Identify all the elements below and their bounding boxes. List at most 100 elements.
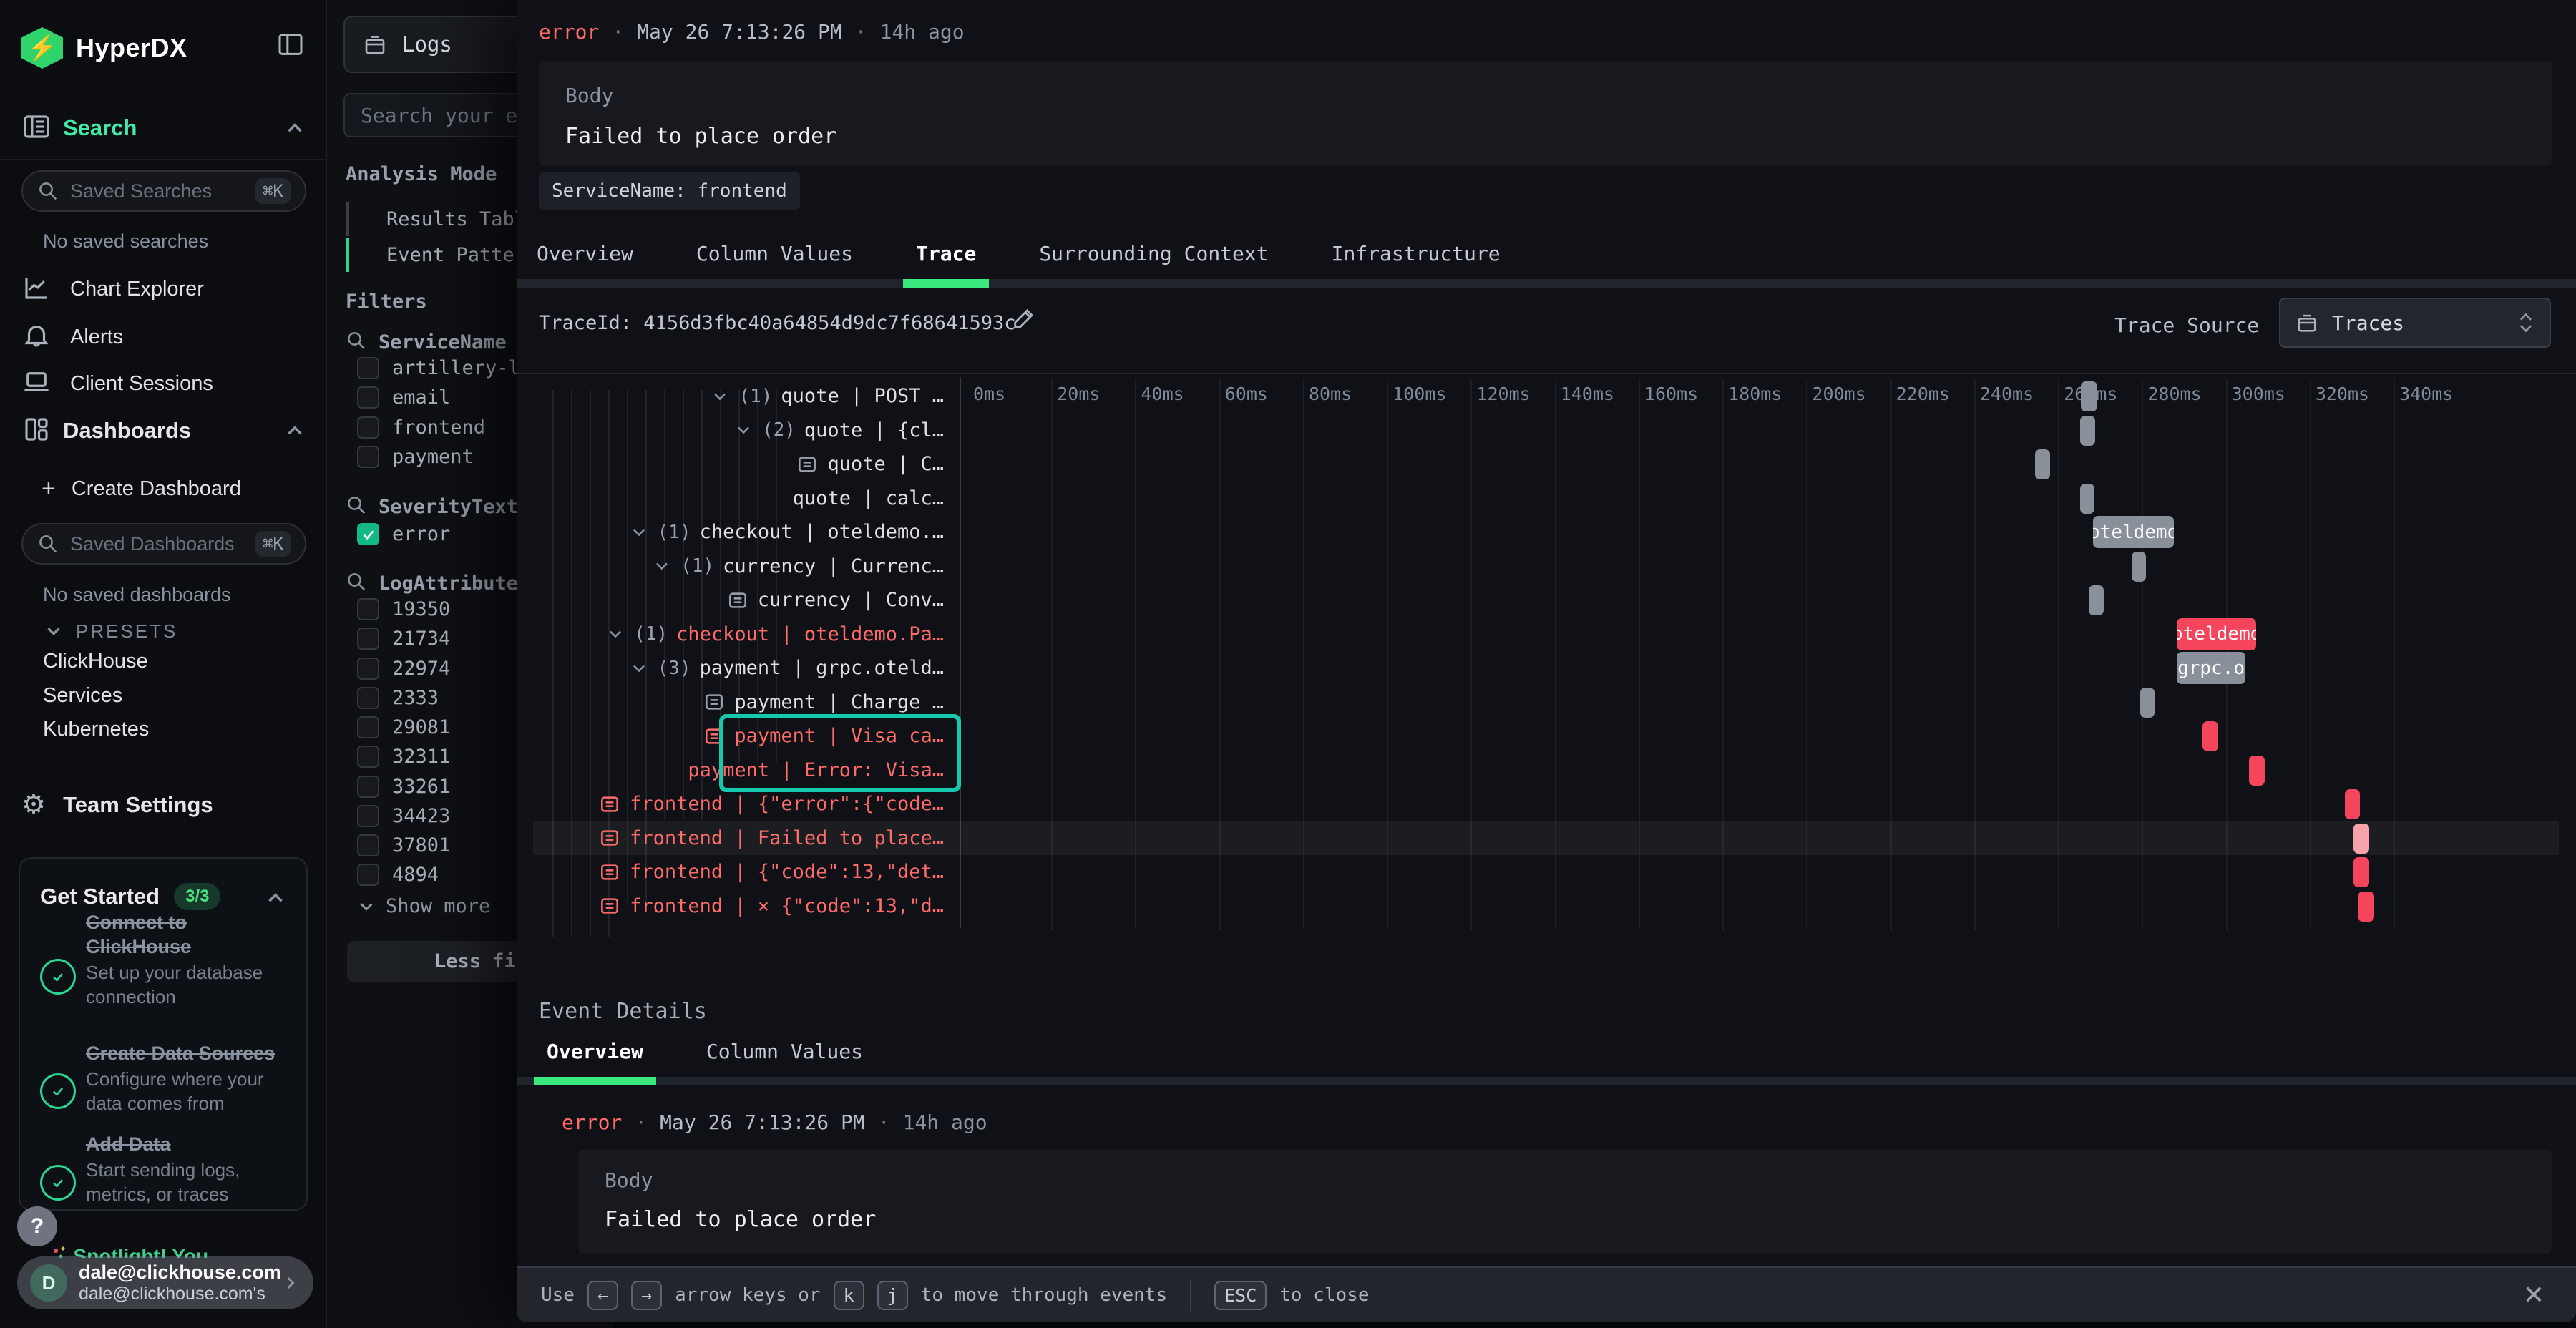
span-row[interactable]: (1)checkout | oteldemo.Pa…: [533, 617, 954, 652]
filter-group-severitytext: SeverityText: [346, 494, 518, 519]
user-menu[interactable]: D dale@clickhouse.com dale@clickhouse.co…: [17, 1256, 313, 1309]
chevron-up-icon[interactable]: [263, 886, 288, 910]
get-started-item[interactable]: Connect to ClickHouseSet up your databas…: [86, 910, 292, 1009]
span-label: frontend | {"error":{"code…: [630, 793, 944, 815]
checkbox-unchecked[interactable]: [357, 746, 379, 768]
tab-overview[interactable]: Overview: [524, 228, 646, 288]
span-duration-bar[interactable]: oteldemo: [2093, 516, 2174, 548]
search-icon[interactable]: [346, 494, 367, 519]
span-duration-bar[interactable]: [2140, 688, 2155, 718]
database-icon: [362, 31, 388, 57]
checkbox-unchecked[interactable]: [357, 776, 379, 798]
checkbox-unchecked[interactable]: [357, 628, 379, 650]
create-dashboard-button[interactable]: + Create Dashboard: [42, 472, 241, 505]
span-duration-bar[interactable]: [2080, 484, 2094, 514]
search-icon[interactable]: [346, 330, 367, 355]
esc-key[interactable]: ESC: [1214, 1281, 1267, 1310]
span-row[interactable]: quote | calc…: [533, 482, 954, 516]
tab-trace[interactable]: Trace: [903, 228, 989, 288]
body-card-value: Failed to place order: [605, 1207, 876, 1232]
saved-dashboards-input[interactable]: Saved Dashboards ⌘K: [21, 523, 306, 565]
tab-surrounding-context[interactable]: Surrounding Context: [1026, 228, 1281, 288]
checkbox-unchecked[interactable]: [357, 805, 379, 827]
checkbox-unchecked[interactable]: [357, 864, 379, 886]
span-row[interactable]: (2)quote | {cl…: [533, 414, 954, 448]
get-started-item-title: Add Data: [86, 1132, 292, 1156]
span-row[interactable]: quote | C…: [533, 447, 954, 482]
span-duration-bar[interactable]: [2249, 756, 2265, 786]
checkbox-unchecked[interactable]: [357, 716, 379, 738]
checkbox-unchecked[interactable]: [357, 386, 379, 409]
span-row[interactable]: (1)checkout | oteldemo.…: [533, 515, 954, 550]
j-key[interactable]: j: [877, 1281, 908, 1310]
checkbox-unchecked[interactable]: [357, 687, 379, 709]
collapse-span-icon[interactable]: [605, 624, 625, 644]
help-button[interactable]: ?: [17, 1206, 57, 1246]
sidebar-item-dashboards[interactable]: Dashboards: [0, 411, 326, 451]
presets-toggle[interactable]: PRESETS: [43, 617, 177, 645]
event-details-tab-overview[interactable]: Overview: [534, 1025, 656, 1085]
span-label: quote | C…: [827, 453, 944, 475]
checkbox-unchecked[interactable]: [357, 446, 379, 468]
collapse-span-icon[interactable]: [629, 658, 649, 678]
arrow-right-key[interactable]: →: [631, 1281, 662, 1310]
collapse-span-icon[interactable]: [710, 386, 730, 406]
span-duration-bar[interactable]: [2089, 585, 2104, 615]
time-axis-label: 340ms: [2399, 384, 2453, 404]
step-complete-icon: [40, 1073, 76, 1109]
span-row[interactable]: currency | Conv…: [533, 583, 954, 617]
span-duration-bar[interactable]: [2353, 857, 2369, 887]
get-started-item[interactable]: Add DataStart sending logs, metrics, or …: [86, 1132, 292, 1206]
checkbox-checked[interactable]: [357, 523, 379, 545]
span-duration-bar[interactable]: [2202, 721, 2218, 751]
show-more-button[interactable]: Show more: [356, 895, 490, 917]
sidebar-item-client-sessions[interactable]: Client Sessions: [21, 365, 308, 402]
checkbox-unchecked[interactable]: [357, 598, 379, 620]
preset-item-kubernetes[interactable]: Kubernetes: [43, 718, 149, 741]
step-complete-icon: [40, 959, 76, 995]
analysis-mode-results-table[interactable]: Results Table: [386, 208, 537, 230]
span-row[interactable]: frontend | {"code":13,"det…: [533, 855, 954, 889]
span-duration-bar[interactable]: [2080, 416, 2096, 446]
sidebar-item-chart-explorer[interactable]: Chart Explorer: [21, 270, 308, 308]
laptop-icon: [21, 367, 52, 401]
span-duration-bar[interactable]: [2035, 449, 2050, 479]
span-duration-bar[interactable]: [2353, 824, 2369, 854]
sidebar-item-team-settings[interactable]: ⚙ Team Settings: [21, 786, 213, 824]
k-key[interactable]: k: [834, 1281, 864, 1310]
span-duration-bar[interactable]: grpc.o: [2177, 652, 2245, 684]
collapse-span-icon[interactable]: [629, 522, 649, 542]
sidebar-item-alerts[interactable]: Alerts: [21, 318, 308, 356]
span-row[interactable]: (1)quote | POST …: [533, 379, 954, 414]
span-duration-bar[interactable]: [2358, 892, 2373, 922]
saved-searches-input[interactable]: Saved Searches ⌘K: [21, 170, 306, 212]
tab-column-values[interactable]: Column Values: [683, 228, 866, 288]
checkbox-unchecked[interactable]: [357, 658, 379, 680]
preset-item-services[interactable]: Services: [43, 684, 122, 708]
get-started-item[interactable]: Create Data SourcesConfigure where your …: [86, 1041, 292, 1115]
collapse-span-icon[interactable]: [733, 420, 753, 440]
span-duration-bar[interactable]: [2345, 789, 2360, 819]
search-section-icon: [21, 112, 52, 145]
checkbox-unchecked[interactable]: [357, 416, 379, 439]
no-saved-searches-text: No saved searches: [43, 230, 208, 253]
span-duration-bar[interactable]: [2081, 381, 2097, 411]
collapse-sidebar-button[interactable]: [276, 30, 305, 62]
collapse-span-icon[interactable]: [652, 556, 672, 576]
arrow-left-key[interactable]: ←: [587, 1281, 618, 1310]
event-details-tab-column-values[interactable]: Column Values: [693, 1025, 876, 1085]
checkbox-unchecked[interactable]: [357, 357, 379, 379]
span-row[interactable]: frontend | {"error":{"code…: [533, 787, 954, 821]
span-row[interactable]: (3)payment | grpc.oteld…: [533, 651, 954, 685]
span-row[interactable]: frontend | × {"code":13,"d…: [533, 889, 954, 924]
span-duration-bar[interactable]: [2132, 552, 2146, 582]
checkbox-unchecked[interactable]: [357, 834, 379, 856]
close-icon[interactable]: ✕: [2523, 1282, 2545, 1308]
sidebar-item-search[interactable]: Search: [0, 108, 326, 148]
tab-infrastructure[interactable]: Infrastructure: [1319, 228, 1513, 288]
span-row[interactable]: (1)currency | Currenc…: [533, 550, 954, 584]
preset-item-clickhouse[interactable]: ClickHouse: [43, 650, 148, 673]
search-icon[interactable]: [346, 571, 367, 596]
span-row[interactable]: frontend | Failed to place…: [533, 821, 954, 856]
span-duration-bar[interactable]: oteldemo: [2177, 618, 2256, 650]
